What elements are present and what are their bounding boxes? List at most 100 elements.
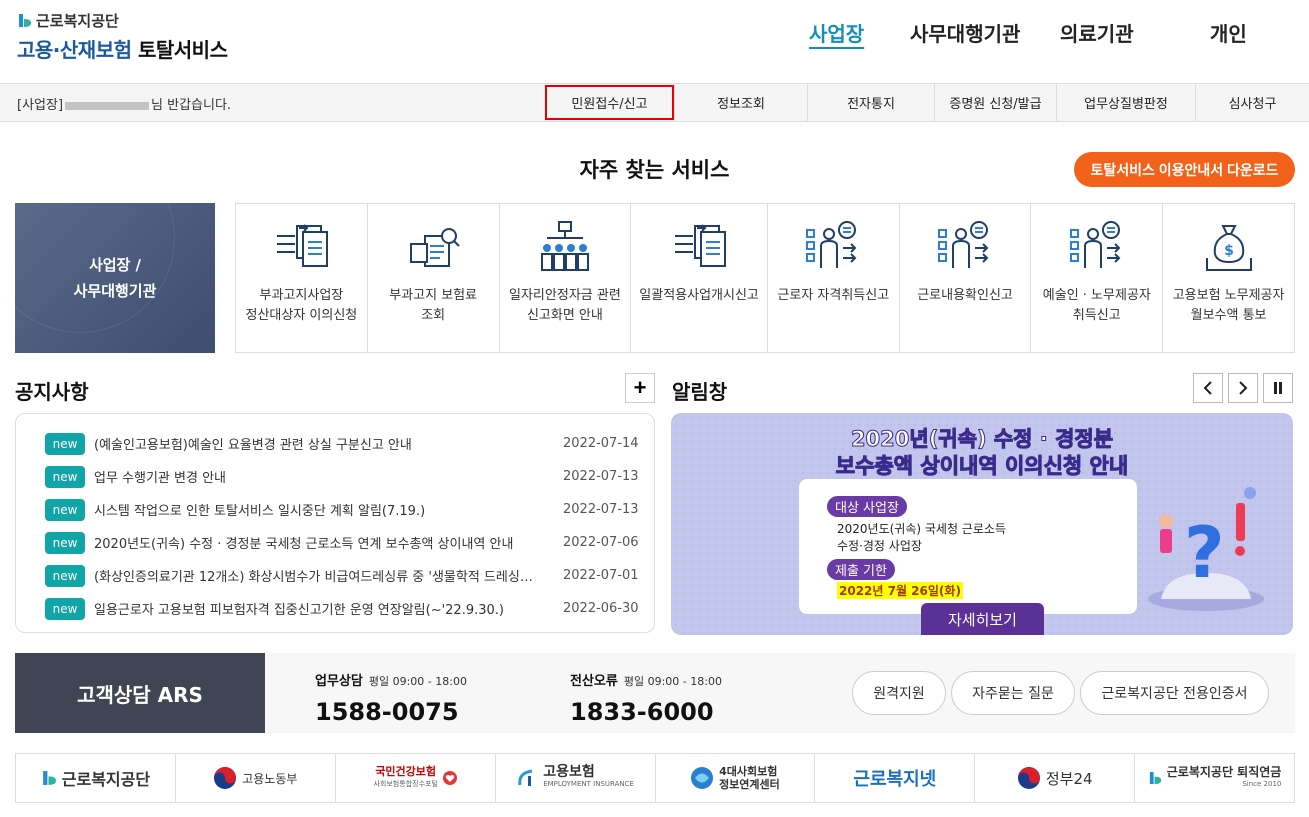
- partner-logo-moel[interactable]: 고용노동부: [174, 754, 335, 802]
- partner-logo-gov24[interactable]: 정부24: [974, 754, 1134, 802]
- prev-slide-button[interactable]: [1193, 373, 1223, 403]
- system-error-number: 1833-6000: [570, 698, 714, 726]
- new-badge: new: [45, 432, 85, 455]
- service-item[interactable]: 일괄적용사업개시신고: [630, 204, 767, 352]
- service-label: 일자리안정자금 관련 신고화면 안내: [509, 288, 621, 323]
- money-bag-icon: $: [1205, 225, 1252, 271]
- partner-logo-4insure[interactable]: 4대사회보험 정보연계센터: [654, 754, 815, 802]
- next-slide-button[interactable]: [1228, 373, 1258, 403]
- taegeuk-icon: [1017, 767, 1040, 789]
- svg-text:$: $: [1224, 243, 1234, 259]
- notice-date: 2022-07-13: [563, 502, 639, 517]
- notice-row[interactable]: new 일용근로자 고용보험 피보험자격 집중신고기한 운영 연장알림(~'22…: [16, 592, 654, 625]
- service-item[interactable]: 일자리안정자금 관련 신고화면 안내: [498, 204, 631, 352]
- taegeuk-icon: [214, 767, 237, 789]
- partner-logo-welfarenet[interactable]: 근로복지넷: [814, 754, 974, 802]
- ei-logo-icon: [518, 769, 533, 786]
- target-label: 대상 사업장: [827, 496, 907, 517]
- document-transfer-icon: [277, 224, 329, 267]
- notice-date: 2022-07-01: [563, 568, 639, 583]
- remote-support-button[interactable]: 원격지원: [852, 671, 946, 715]
- service-label: 일괄적용사업개시신고: [639, 288, 759, 303]
- service-item[interactable]: 예술인 · 노무제공자 취득신고: [1030, 204, 1162, 352]
- ars-label: 고객상담 ARS: [15, 653, 265, 733]
- question-illustration-icon: ?: [1148, 487, 1264, 611]
- service-label: 부과고지사업장 정산대상자 이의신청: [245, 288, 358, 323]
- svg-text:?: ?: [1184, 512, 1225, 594]
- welcome-message: [사업장] 님 반갑습니다.: [17, 98, 232, 113]
- service-grid: 부과고지사업장 정산대상자 이의신청 부과고지 보험료 조회 일자리안정자금 관…: [235, 203, 1295, 353]
- banner-title-line2: 보수총액 상이내역 이의신청 안내: [835, 454, 1129, 479]
- guide-download-button[interactable]: 토탈서비스 이용안내서 다운로드: [1074, 152, 1295, 187]
- partner-logo-ei[interactable]: 고용보험 EMPLOYMENT INSURANCE: [494, 754, 655, 802]
- notice-title[interactable]: (예술인고용보험)예술인 요율변경 관련 상실 구분신고 안내: [94, 434, 534, 453]
- target-line2: 수정·경정 사업장: [837, 539, 922, 553]
- topnav-personal[interactable]: 개인: [1210, 18, 1247, 47]
- submenu-info-inquiry[interactable]: 정보조회: [674, 84, 807, 121]
- notice-row[interactable]: new (예술인고용보험)예술인 요율변경 관련 상실 구분신고 안내 2022…: [16, 427, 654, 460]
- notice-title[interactable]: 일용근로자 고용보험 피보험자격 집중신고기한 운영 연장알림(~'22.9.3…: [94, 599, 534, 618]
- work-consult-label: 업무상담 평일 09:00 - 18:00: [315, 674, 467, 689]
- notice-row[interactable]: new 시스템 작업으로 인한 토탈서비스 일시중단 계획 알림(7.19.) …: [16, 493, 654, 526]
- service-item[interactable]: 부과고지사업장 정산대상자 이의신청: [236, 204, 367, 352]
- service-item[interactable]: $ 고용보험 노무제공자 월보수액 통보: [1162, 204, 1294, 352]
- masked-company-name: [65, 101, 150, 110]
- certificate-button[interactable]: 근로복지공단 전용인증서: [1080, 671, 1269, 715]
- service-item[interactable]: 부과고지 보험료 조회: [366, 204, 499, 352]
- notices-more-button[interactable]: +: [625, 373, 655, 403]
- notice-title[interactable]: 시스템 작업으로 인한 토탈서비스 일시중단 계획 알림(7.19.): [94, 500, 534, 519]
- document-transfer-icon: [675, 224, 727, 267]
- site-logo[interactable]: 근로복지공단 고용·산재보험 토탈서비스: [17, 10, 228, 63]
- topnav-agency[interactable]: 사무대행기관: [910, 18, 1020, 47]
- worker-report-icon: [806, 221, 857, 268]
- service-label: 근로자 자격취득신고: [777, 288, 890, 303]
- alerts-title: 알림창: [672, 380, 728, 404]
- detail-view-button[interactable]: 자세히보기: [921, 603, 1044, 635]
- contact-bar: 고객상담 ARS 업무상담 평일 09:00 - 18:00 1588-0075 …: [15, 653, 1295, 733]
- four-insurance-icon: [691, 767, 714, 789]
- topnav-medical[interactable]: 의료기관: [1060, 18, 1134, 47]
- banner-info-card: 대상 사업장 2020년도(귀속) 국세청 근로소득 수정·경정 사업장 제출 …: [799, 479, 1137, 614]
- notice-row[interactable]: new (화상인증의료기관 12개소) 화상시범수가 비급여드레싱류 중 '생물…: [16, 559, 654, 592]
- org-chart-icon: [540, 221, 589, 271]
- notice-date: 2022-07-06: [563, 535, 639, 550]
- alert-banner[interactable]: 2020년(귀속) 수정 · 경정분 보수총액 상이내역 이의신청 안내 대상 …: [671, 413, 1293, 635]
- notice-title[interactable]: 2020년도(귀속) 수정 · 경정분 국세청 근로소득 연계 보수총액 상이내…: [94, 533, 534, 552]
- comwel-logo-icon: [42, 771, 56, 785]
- topnav-business[interactable]: 사업장: [809, 18, 864, 47]
- notice-list: new (예술인고용보험)예술인 요율변경 관련 상실 구분신고 안내 2022…: [15, 413, 655, 633]
- worker-report-icon: [938, 221, 989, 268]
- decorative-circle: [15, 203, 175, 333]
- new-badge: new: [45, 564, 85, 587]
- service-item[interactable]: 근로자 자격취득신고: [766, 204, 899, 352]
- notice-title[interactable]: 업무 수행기관 변경 안내: [94, 467, 534, 486]
- sub-menu-bar: [사업장] 님 반갑습니다. 민원접수/신고 정보조회 전자통지 증명원 신청/발…: [0, 83, 1309, 122]
- service-label: 부과고지 보험료 조회: [389, 288, 478, 323]
- submenu-review-request[interactable]: 심사청구: [1195, 84, 1309, 121]
- business-agency-tab[interactable]: 사업장 / 사무대행기관: [15, 203, 215, 353]
- notice-title[interactable]: (화상인증의료기관 12개소) 화상시범수가 비급여드레싱류 중 '생물학적 드…: [94, 566, 534, 585]
- notice-row[interactable]: new 업무 수행기관 변경 안내 2022-07-13: [16, 460, 654, 493]
- target-line1: 2020년도(귀속) 국세청 근로소득: [837, 522, 1006, 536]
- deadline-label: 제출 기한: [827, 559, 895, 580]
- partner-links: 근로복지공단 고용노동부 국민건강보험 사회보험통합징수포털 고용보험 EMPLOY…: [15, 753, 1295, 803]
- submenu-certificate[interactable]: 증명원 신청/발급: [934, 84, 1056, 121]
- service-item[interactable]: 근로내용확인신고: [898, 204, 1031, 352]
- pause-icon: [1274, 382, 1282, 394]
- document-search-icon: [410, 228, 460, 267]
- service-title: 고용·산재보험 토탈서비스: [17, 38, 228, 62]
- new-badge: new: [45, 531, 85, 554]
- submenu-e-notice[interactable]: 전자통지: [807, 84, 934, 121]
- faq-button[interactable]: 자주묻는 질문: [951, 671, 1075, 715]
- submenu-disease-judgment[interactable]: 업무상질병판정: [1056, 84, 1195, 121]
- notice-date: 2022-07-14: [563, 436, 639, 451]
- org-name: 근로복지공단: [36, 12, 119, 30]
- notice-row[interactable]: new 2020년도(귀속) 수정 · 경정분 국세청 근로소득 연계 보수총액…: [16, 526, 654, 559]
- pause-slide-button[interactable]: [1263, 373, 1293, 403]
- heart-icon: [442, 771, 457, 785]
- notice-date: 2022-06-30: [563, 601, 639, 616]
- partner-logo-comwel[interactable]: 근로복지공단: [16, 754, 175, 802]
- submenu-complaint-report[interactable]: 민원접수/신고: [545, 85, 674, 120]
- partner-logo-nhis[interactable]: 국민건강보험 사회보험통합징수포털: [334, 754, 495, 802]
- partner-logo-pension[interactable]: 근로복지공단 퇴직연금 Since 2010: [1134, 754, 1294, 802]
